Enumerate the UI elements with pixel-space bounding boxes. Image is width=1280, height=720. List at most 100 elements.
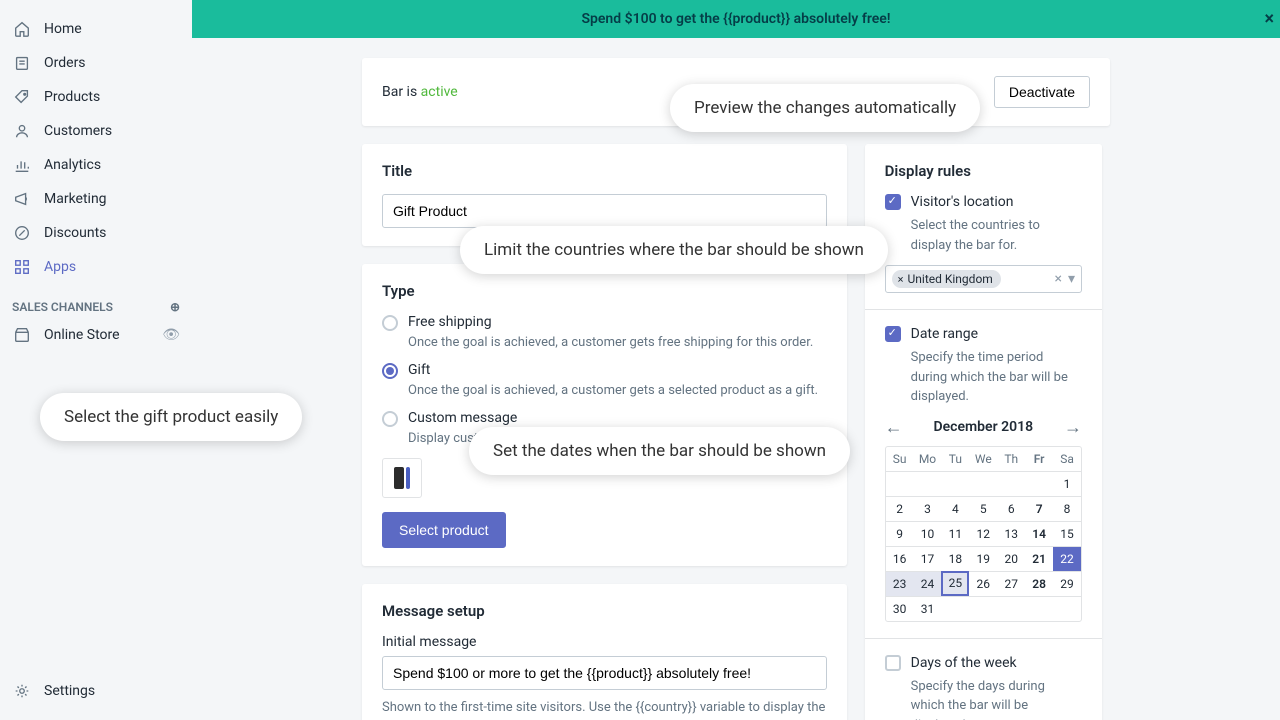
select-product-button[interactable]: Select product (382, 512, 506, 548)
message-setup-card: Message setup Initial message Shown to t… (362, 584, 847, 720)
nav-label: Settings (44, 683, 95, 699)
product-thumbnail[interactable] (382, 458, 422, 498)
rule-description: Specify the days during which the bar wi… (911, 677, 1082, 720)
nav-list: Home Orders Products Customers Analytics… (0, 12, 192, 284)
calendar-day[interactable]: 10 (914, 521, 942, 546)
calendar-day[interactable]: 15 (1053, 521, 1081, 546)
calendar-day[interactable]: 31 (914, 596, 942, 621)
calendar-day[interactable]: 27 (997, 571, 1025, 596)
radio-description: Once the goal is achieved, a customer ge… (408, 383, 827, 398)
sidebar-item-settings[interactable]: Settings (0, 674, 192, 708)
radio-gift[interactable]: Gift (382, 362, 827, 379)
sidebar-item-customers[interactable]: Customers (0, 114, 192, 148)
calendar-day[interactable]: 24 (914, 571, 942, 596)
nav-label: Products (44, 89, 100, 105)
calendar-day[interactable]: 3 (914, 496, 942, 521)
calendar-day[interactable]: 20 (997, 546, 1025, 571)
clear-icon[interactable]: × (1054, 271, 1061, 287)
calendar-day[interactable]: 6 (997, 496, 1025, 521)
calendar-day[interactable]: 30 (886, 596, 914, 621)
nav-label: Analytics (44, 157, 101, 173)
calendar-day[interactable]: 17 (914, 546, 942, 571)
calendar-day[interactable]: 16 (886, 546, 914, 571)
calendar-day (997, 596, 1025, 621)
calendar-day[interactable]: 2 (886, 496, 914, 521)
sidebar-item-orders[interactable]: Orders (0, 46, 192, 80)
calendar-day[interactable]: 19 (969, 546, 997, 571)
radio-custom-message[interactable]: Custom message (382, 410, 827, 427)
view-icon[interactable]: 👁 (162, 327, 180, 343)
orders-icon (12, 53, 32, 73)
checkbox-days-of-week[interactable]: Days of the week (885, 655, 1082, 671)
callout-preview: Preview the changes automatically (670, 84, 980, 132)
deactivate-button[interactable]: Deactivate (994, 76, 1090, 108)
calendar-day (941, 596, 969, 621)
rule-description: Select the countries to display the bar … (911, 216, 1082, 255)
calendar-day[interactable]: 11 (941, 521, 969, 546)
calendar-prev-icon[interactable]: ← (885, 417, 903, 438)
calendar-day (886, 471, 914, 496)
display-rules-card: Display rules Visitor's location Select … (865, 144, 1102, 720)
calendar-day (969, 471, 997, 496)
card-heading: Title (382, 162, 827, 180)
store-icon (12, 325, 32, 345)
calendar-day[interactable]: 1 (1053, 471, 1081, 496)
radio-free-shipping[interactable]: Free shipping (382, 314, 827, 331)
sidebar-item-discounts[interactable]: Discounts (0, 216, 192, 250)
date-range-calendar: ← December 2018 → SuMoTuWeThFrSa 1234567… (885, 417, 1082, 622)
callout-countries: Limit the countries where the bar should… (460, 226, 888, 274)
calendar-day (941, 471, 969, 496)
megaphone-icon (12, 189, 32, 209)
calendar-day[interactable]: 13 (997, 521, 1025, 546)
add-channel-icon[interactable]: ⊕ (170, 300, 180, 314)
calendar-day[interactable]: 28 (1025, 571, 1053, 596)
sidebar-item-online-store[interactable]: Online Store 👁 (0, 318, 192, 352)
sidebar-item-apps[interactable]: Apps (0, 250, 192, 284)
checkbox-date-range[interactable]: Date range (885, 326, 1082, 342)
calendar-day[interactable]: 7 (1025, 496, 1053, 521)
calendar-day[interactable]: 8 (1053, 496, 1081, 521)
calendar-day (1053, 596, 1081, 621)
calendar-day[interactable]: 26 (969, 571, 997, 596)
close-icon[interactable]: × (1264, 9, 1274, 30)
initial-message-help: Shown to the first-time site visitors. U… (382, 698, 827, 720)
remove-tag-icon[interactable]: × (898, 273, 904, 286)
calendar-next-icon[interactable]: → (1064, 417, 1082, 438)
nav-label: Apps (44, 259, 76, 275)
sidebar-item-products[interactable]: Products (0, 80, 192, 114)
calendar-day[interactable]: 22 (1053, 546, 1081, 571)
calendar-dow: We (969, 447, 997, 471)
radio-icon (382, 315, 398, 331)
checkbox-visitors-location[interactable]: Visitor's location (885, 194, 1082, 210)
discount-icon (12, 223, 32, 243)
sidebar-item-marketing[interactable]: Marketing (0, 182, 192, 216)
country-tag: ×United Kingdom (892, 270, 1001, 288)
title-input[interactable] (382, 194, 827, 228)
calendar-day[interactable]: 5 (969, 496, 997, 521)
calendar-day (997, 471, 1025, 496)
callout-gift: Select the gift product easily (40, 393, 302, 441)
sidebar-item-home[interactable]: Home (0, 12, 192, 46)
initial-message-input[interactable] (382, 656, 827, 690)
radio-icon (382, 363, 398, 379)
calendar-day[interactable]: 14 (1025, 521, 1053, 546)
calendar-day[interactable]: 12 (969, 521, 997, 546)
calendar-day[interactable]: 29 (1053, 571, 1081, 596)
checkbox-icon (885, 326, 901, 342)
nav-label: Online Store (44, 327, 120, 343)
chevron-down-icon[interactable]: ▾ (1068, 271, 1075, 287)
calendar-dow: Mo (914, 447, 942, 471)
country-select[interactable]: ×United Kingdom × ▾ (885, 265, 1082, 293)
sidebar-item-analytics[interactable]: Analytics (0, 148, 192, 182)
calendar-day[interactable]: 23 (886, 571, 914, 596)
calendar-day[interactable]: 21 (1025, 546, 1053, 571)
calendar-day[interactable]: 9 (886, 521, 914, 546)
calendar-dow: Sa (1053, 447, 1081, 471)
sales-channels-heading: SALES CHANNELS ⊕ (0, 284, 192, 318)
rule-description: Specify the time period during which the… (911, 348, 1082, 407)
card-heading: Message setup (382, 602, 827, 620)
calendar-day[interactable]: 18 (941, 546, 969, 571)
calendar-day[interactable]: 25 (941, 571, 969, 596)
calendar-dow: Th (997, 447, 1025, 471)
calendar-day[interactable]: 4 (941, 496, 969, 521)
